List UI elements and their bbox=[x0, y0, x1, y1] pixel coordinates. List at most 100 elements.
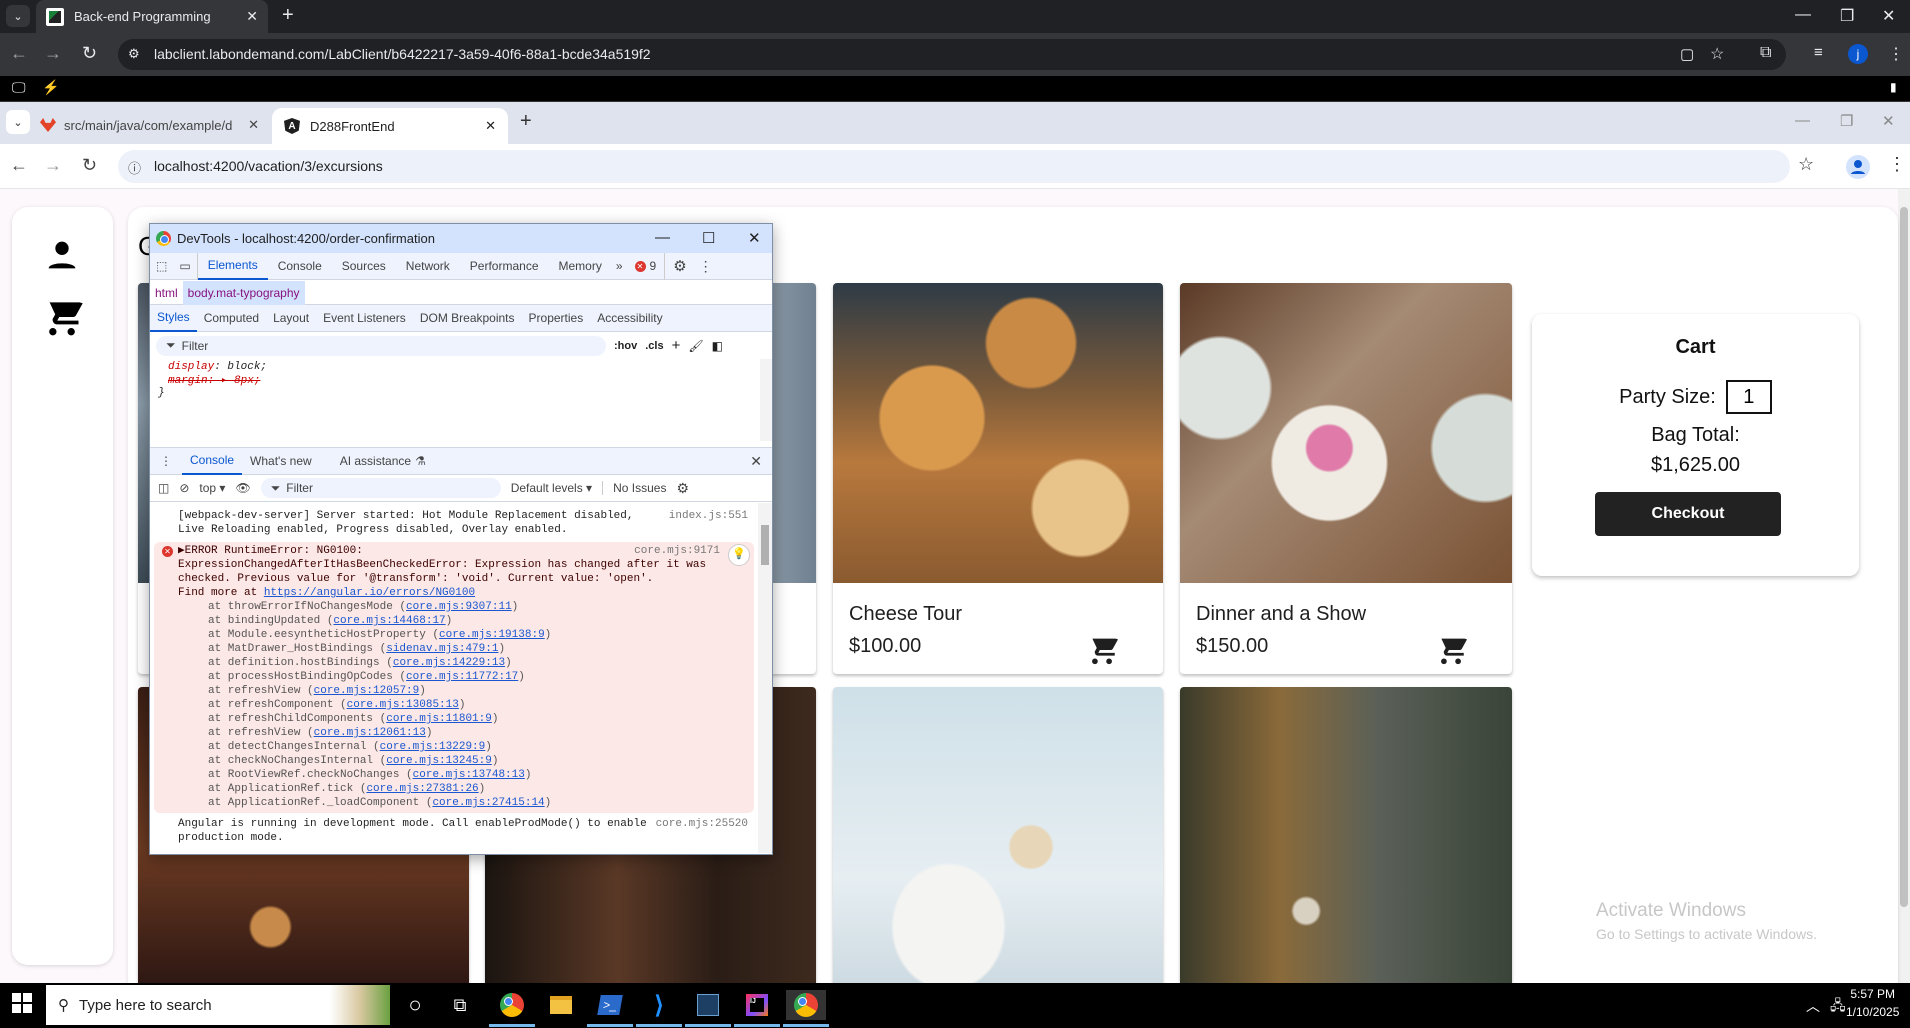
console-filter-input[interactable]: ⏷ Filter bbox=[260, 478, 501, 498]
stack-frame-link[interactable]: core.mjs:27381:26 bbox=[366, 783, 478, 795]
console-sidebar-icon[interactable]: ◫ bbox=[158, 481, 169, 495]
reload-icon[interactable]: ↻ bbox=[82, 43, 97, 64]
site-info-icon[interactable]: ⓘ bbox=[128, 158, 141, 177]
stack-frame-link[interactable]: core.mjs:12057:9 bbox=[314, 685, 420, 697]
toggle-sidebar-icon[interactable]: ◧ bbox=[712, 339, 723, 353]
add-to-cart-icon[interactable] bbox=[1434, 633, 1468, 667]
message-source-link[interactable]: index.js:551 bbox=[669, 509, 748, 523]
lightning-icon[interactable]: ⚡ bbox=[42, 79, 59, 96]
inner-tab-active[interactable]: A D288FrontEnd ✕ bbox=[272, 108, 508, 144]
new-style-rule-icon[interactable]: + bbox=[672, 337, 681, 354]
forward-icon[interactable]: → bbox=[44, 155, 62, 176]
devtools-titlebar[interactable]: DevTools - localhost:4200/order-confirma… bbox=[150, 224, 772, 253]
clipboard-icon[interactable]: ▢ bbox=[1680, 45, 1694, 63]
tab-sources[interactable]: Sources bbox=[332, 253, 396, 280]
excursion-card[interactable] bbox=[1180, 687, 1512, 1007]
inner-close-button[interactable]: ✕ bbox=[1882, 112, 1895, 130]
hov-toggle[interactable]: :hov bbox=[614, 340, 637, 352]
issues-counter[interactable]: No Issues bbox=[602, 481, 666, 495]
inner-restore-button[interactable]: ❐ bbox=[1840, 112, 1853, 130]
inner-tab-gitlab[interactable]: src/main/java/com/example/d ✕ bbox=[40, 110, 265, 140]
close-tab-icon[interactable]: ✕ bbox=[248, 117, 259, 133]
chrome-icon[interactable] bbox=[783, 990, 829, 1027]
drawer-menu-icon[interactable]: ⋮ bbox=[150, 447, 182, 475]
stack-frame-link[interactable]: core.mjs:12061:13 bbox=[314, 727, 426, 739]
stack-frame-link[interactable]: core.mjs:11772:17 bbox=[406, 671, 518, 683]
console-settings-gear-icon[interactable]: ⚙ bbox=[676, 480, 689, 497]
restore-button[interactable]: ❐ bbox=[1840, 6, 1854, 26]
add-to-cart-icon[interactable] bbox=[1085, 633, 1119, 667]
inner-url[interactable]: localhost:4200/vacation/3/excursions bbox=[154, 158, 383, 174]
close-tab-icon[interactable]: ✕ bbox=[485, 118, 496, 134]
vscode-icon[interactable]: ⟩ bbox=[636, 990, 682, 1027]
stack-frame-link[interactable]: core.mjs:13748:13 bbox=[413, 769, 525, 781]
log-levels-dropdown[interactable]: Default levels ▾ bbox=[511, 481, 592, 495]
devtools-close-button[interactable]: ✕ bbox=[748, 229, 761, 247]
network-icon[interactable]: 🖧 bbox=[1830, 995, 1846, 1019]
stack-frame-link[interactable]: core.mjs:13085:13 bbox=[347, 699, 459, 711]
reload-icon[interactable]: ↻ bbox=[82, 155, 97, 176]
tab-search-button[interactable]: ⌄ bbox=[6, 5, 30, 27]
monitor-icon[interactable]: 🖵 bbox=[12, 79, 26, 96]
mysql-workbench-icon[interactable] bbox=[685, 990, 731, 1027]
styles-scrollbar[interactable] bbox=[760, 359, 772, 441]
tab-elements[interactable]: Elements bbox=[197, 253, 268, 280]
minimize-button[interactable]: — bbox=[1795, 6, 1811, 24]
profile-avatar[interactable] bbox=[1846, 155, 1870, 179]
extensions-icon[interactable]: ⧉ bbox=[1760, 44, 1771, 62]
stack-frame-link[interactable]: core.mjs:27415:14 bbox=[432, 797, 544, 809]
bookmark-star-icon[interactable]: ☆ bbox=[1798, 154, 1814, 175]
tab-network[interactable]: Network bbox=[396, 253, 460, 280]
context-selector[interactable]: top ▾ bbox=[199, 481, 225, 495]
message-source-link[interactable]: core.mjs:25520 bbox=[656, 817, 748, 831]
close-tab-icon[interactable]: ✕ bbox=[246, 8, 258, 25]
excursion-card-cheese-tour[interactable]: Cheese Tour $100.00 bbox=[833, 283, 1163, 674]
excursion-card-dinner-and-a-show[interactable]: Dinner and a Show $150.00 bbox=[1180, 283, 1512, 674]
outer-url[interactable]: labclient.labondemand.com/LabClient/b642… bbox=[154, 46, 651, 62]
tab-memory[interactable]: Memory bbox=[549, 253, 612, 280]
excursion-card[interactable] bbox=[833, 687, 1163, 1007]
stack-frame-link[interactable]: core.mjs:14468:17 bbox=[333, 615, 445, 627]
taskbar-clock[interactable]: 5:57 PM 1/10/2025 bbox=[1846, 985, 1899, 1021]
drawer-tab-ai-assistance[interactable]: AI assistance ⚗ bbox=[320, 447, 434, 475]
stack-frame-link[interactable]: sidenav.mjs:479:1 bbox=[386, 643, 498, 655]
subtab-layout[interactable]: Layout bbox=[266, 305, 316, 332]
intellij-icon[interactable]: IJ bbox=[734, 990, 780, 1027]
checkout-button[interactable]: Checkout bbox=[1595, 492, 1781, 536]
inspect-element-icon[interactable]: ⬚ bbox=[150, 253, 173, 280]
media-control-icon[interactable]: ≡ bbox=[1814, 44, 1823, 61]
css-property-overridden[interactable]: margin bbox=[168, 375, 208, 387]
paint-brush-icon[interactable]: 🖌 bbox=[688, 339, 703, 353]
devtools-maximize-button[interactable]: ☐ bbox=[702, 229, 715, 247]
windows-start-icon[interactable] bbox=[12, 993, 32, 1018]
message-source-link[interactable]: core.mjs:9171 bbox=[634, 544, 720, 558]
tab-console[interactable]: Console bbox=[268, 253, 332, 280]
subtab-accessibility[interactable]: Accessibility bbox=[590, 305, 669, 332]
stack-frame-link[interactable]: core.mjs:19138:9 bbox=[439, 629, 545, 641]
device-toolbar-icon[interactable]: ▭ bbox=[173, 252, 198, 280]
clear-console-icon[interactable]: ⊘ bbox=[179, 481, 189, 495]
console-scrollbar[interactable] bbox=[758, 503, 772, 853]
account-icon[interactable] bbox=[42, 235, 82, 275]
css-property[interactable]: display bbox=[168, 361, 214, 373]
live-expression-eye-icon[interactable]: 👁 bbox=[235, 481, 250, 495]
menu-kebab-icon[interactable]: ⋮ bbox=[1888, 44, 1904, 64]
back-icon[interactable]: ← bbox=[10, 43, 28, 64]
devtools-minimize-button[interactable]: — bbox=[655, 229, 670, 246]
explain-lightbulb-icon[interactable]: 💡 bbox=[728, 544, 750, 566]
bookmark-star-icon[interactable]: ☆ bbox=[1710, 44, 1724, 64]
party-size-input[interactable] bbox=[1725, 380, 1772, 414]
drawer-tab-whats-new[interactable]: What's new bbox=[242, 447, 320, 475]
outer-tab-active[interactable]: Back-end Programming ✕ bbox=[36, 0, 268, 33]
chrome-icon[interactable] bbox=[489, 990, 535, 1027]
error-count-badge[interactable]: ✕ 9 bbox=[627, 252, 666, 280]
css-value-overridden[interactable]: 8px; bbox=[234, 375, 260, 387]
close-drawer-icon[interactable]: ✕ bbox=[742, 447, 772, 475]
powershell-icon[interactable]: >_ bbox=[587, 990, 633, 1027]
stack-frame-link[interactable]: core.mjs:9307:11 bbox=[406, 601, 512, 613]
subtab-computed[interactable]: Computed bbox=[197, 305, 266, 332]
more-tabs-button[interactable]: » bbox=[612, 253, 627, 280]
stack-frame-link[interactable]: core.mjs:11801:9 bbox=[386, 713, 492, 725]
breadcrumb-html[interactable]: html bbox=[150, 281, 183, 305]
back-icon[interactable]: ← bbox=[10, 155, 28, 176]
